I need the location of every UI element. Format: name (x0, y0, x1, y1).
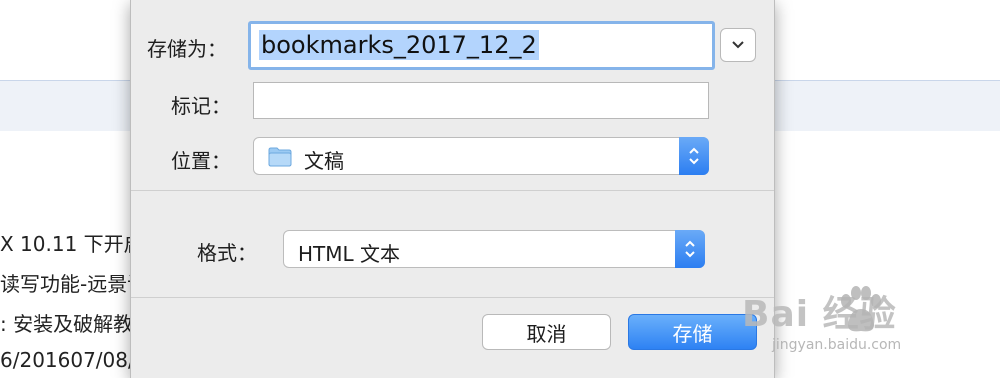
filename-field[interactable]: bookmarks_2017_12_2 (248, 21, 715, 70)
baidu-watermark: Bai 经验 jingyan.baidu.com (742, 285, 992, 370)
tags-field[interactable] (253, 82, 709, 119)
dialog-divider-bottom (131, 297, 774, 298)
format-label: 格式： (197, 241, 257, 265)
filename-value: bookmarks_2017_12_2 (259, 30, 539, 60)
paw-icon (841, 286, 881, 332)
watermark-url: jingyan.baidu.com (772, 337, 902, 353)
background-text-line-1: X 10.11 下开启 (0, 232, 144, 256)
format-stepper (675, 230, 705, 268)
location-label: 位置： (171, 149, 231, 173)
dialog-divider-top (131, 190, 774, 191)
format-popup[interactable]: HTML 文本 (283, 230, 705, 268)
save-button[interactable]: 存储 (628, 314, 757, 350)
background-text-line-3: : 安装及破解教 (0, 312, 134, 336)
up-down-chevron-icon (685, 240, 695, 258)
up-down-chevron-icon (689, 147, 699, 165)
background-text-line-2: 读写功能-远景论 (0, 272, 148, 296)
location-stepper (679, 137, 709, 175)
folder-icon (268, 147, 292, 167)
cancel-button[interactable]: 取消 (482, 314, 611, 350)
location-value: 文稿 (304, 149, 344, 173)
format-value: HTML 文本 (298, 242, 401, 266)
save-as-label: 存储为： (147, 37, 227, 61)
expand-dialog-button[interactable] (720, 28, 756, 62)
chevron-down-icon (732, 41, 744, 49)
save-dialog: 存储为： bookmarks_2017_12_2 标记： 位置： 文稿 格式： … (130, 0, 775, 378)
tags-label: 标记： (171, 94, 231, 118)
location-popup[interactable]: 文稿 (253, 137, 709, 175)
